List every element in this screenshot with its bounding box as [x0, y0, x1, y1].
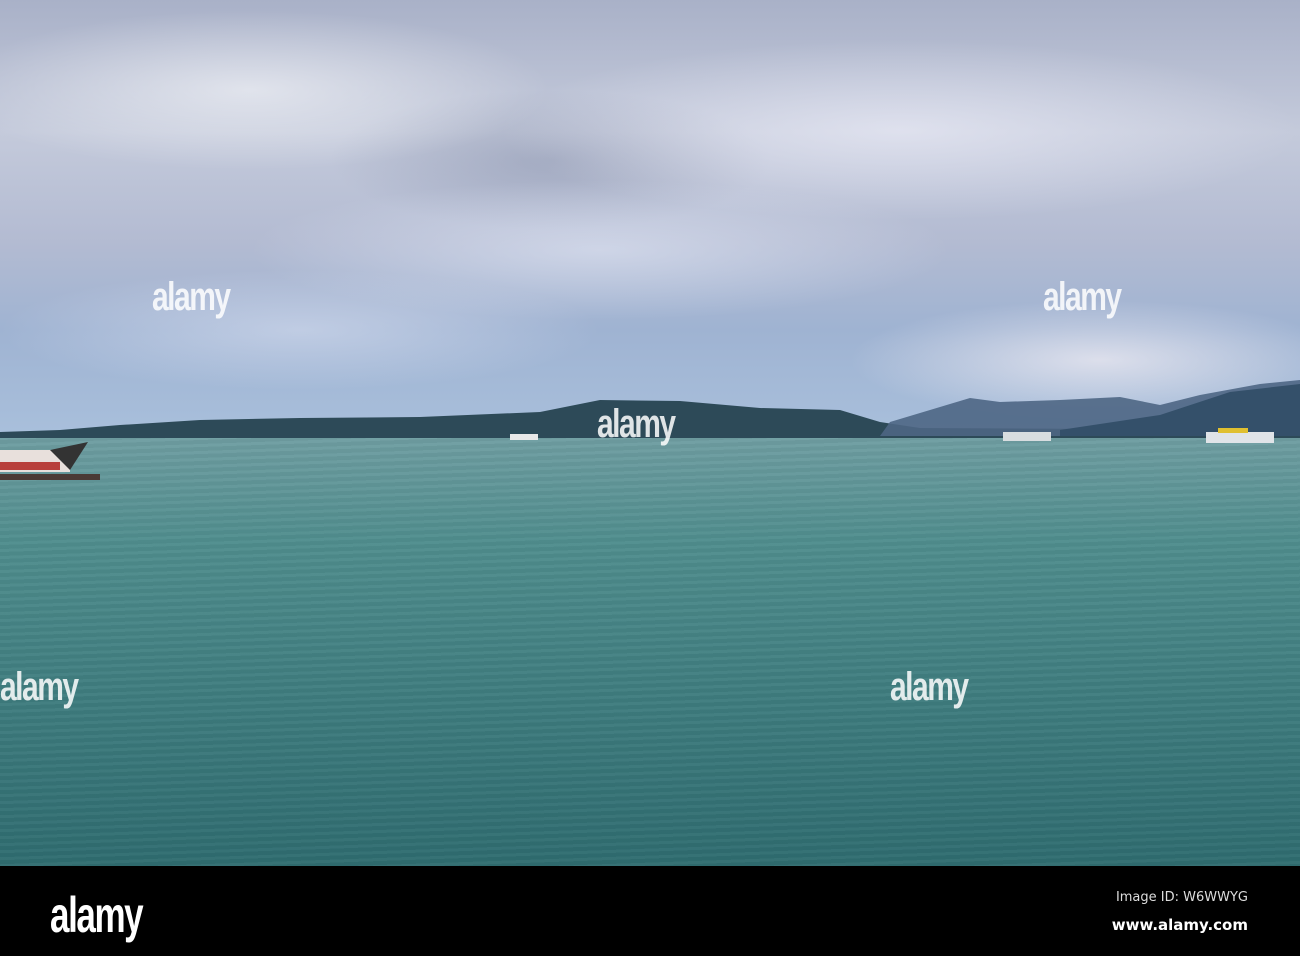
sea	[0, 437, 1300, 866]
watermark: alamy	[0, 665, 79, 709]
site-url[interactable]: www.alamy.com	[1112, 916, 1248, 934]
watermark: alamy	[597, 402, 676, 446]
watermark: alamy	[152, 275, 231, 319]
watermark: alamy	[1043, 275, 1122, 319]
photo: alamy alamy alamy alamy alamy	[0, 0, 1300, 866]
ferry	[1003, 432, 1051, 441]
alamy-logo: alamy	[50, 887, 144, 943]
boat	[510, 434, 538, 440]
ferry-left	[0, 442, 100, 480]
footer-bar: alamy Image ID: W6WWYG www.alamy.com	[0, 866, 1300, 956]
image-id: Image ID: W6WWYG	[1115, 890, 1248, 905]
watermark: alamy	[890, 665, 969, 709]
ferry-right	[1206, 432, 1274, 443]
